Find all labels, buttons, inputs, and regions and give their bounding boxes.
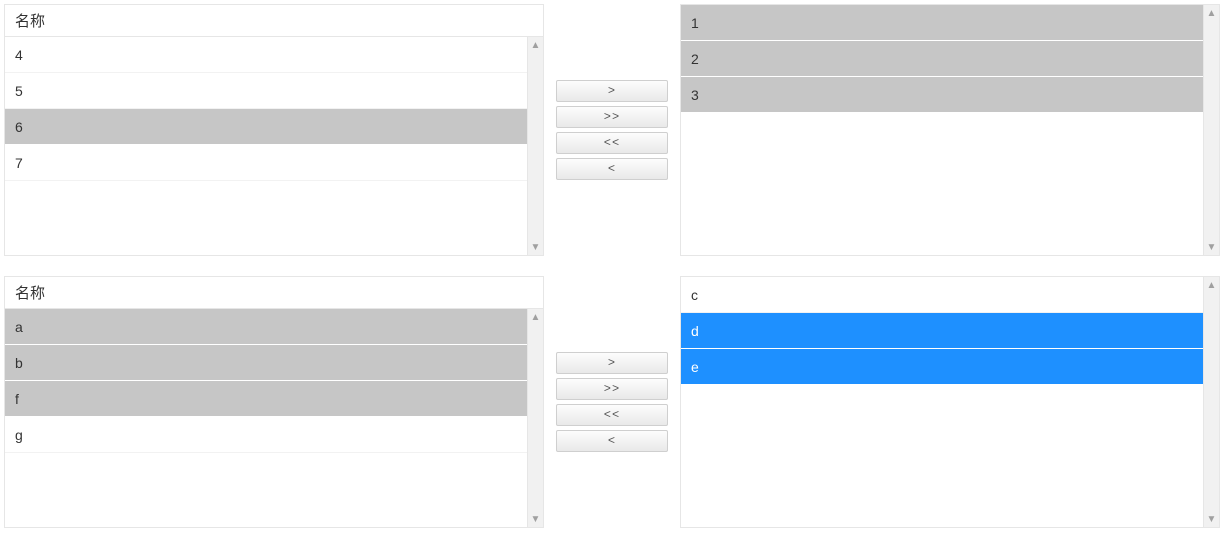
move-left-button[interactable]: < [556,430,668,452]
list-item[interactable]: 2 [681,41,1203,77]
move-all-right-button[interactable]: >> [556,378,668,400]
transfer-1: 名称 4 5 6 7 ▲ ▼ > >> << < 1 2 3 [4,4,1222,256]
list-item[interactable]: b [5,345,527,381]
list-item[interactable]: 5 [5,73,527,109]
left-list-wrapper: a b f g ▲ ▼ [5,309,543,527]
right-panel: 1 2 3 ▲ ▼ [680,4,1220,256]
scroll-up-icon[interactable]: ▲ [1204,277,1219,293]
move-left-button[interactable]: < [556,158,668,180]
left-list-wrapper: 4 5 6 7 ▲ ▼ [5,37,543,255]
right-list: 1 2 3 [681,5,1203,255]
transfer-controls: > >> << < [544,80,680,180]
scroll-down-icon[interactable]: ▼ [1204,239,1219,255]
right-list-wrapper: 1 2 3 ▲ ▼ [681,5,1219,255]
list-item[interactable]: 1 [681,5,1203,41]
left-panel-title: 名称 [15,10,45,31]
list-item[interactable]: c [681,277,1203,313]
right-scrollbar[interactable]: ▲ ▼ [1203,277,1219,527]
move-all-left-button[interactable]: << [556,404,668,426]
list-item[interactable]: f [5,381,527,417]
transfer-2: 名称 a b f g ▲ ▼ > >> << < c d e [4,276,1222,528]
list-item[interactable]: e [681,349,1203,385]
list-item[interactable]: 4 [5,37,527,73]
right-list: c d e [681,277,1203,527]
left-list: a b f g [5,309,527,527]
move-right-button[interactable]: > [556,352,668,374]
scroll-up-icon[interactable]: ▲ [1204,5,1219,21]
right-panel: c d e ▲ ▼ [680,276,1220,528]
left-panel: 名称 4 5 6 7 ▲ ▼ [4,4,544,256]
right-list-wrapper: c d e ▲ ▼ [681,277,1219,527]
list-item[interactable]: a [5,309,527,345]
transfer-controls: > >> << < [544,352,680,452]
move-all-left-button[interactable]: << [556,132,668,154]
left-panel-title: 名称 [15,282,45,303]
list-item[interactable]: g [5,417,527,453]
list-item[interactable]: 3 [681,77,1203,113]
scroll-up-icon[interactable]: ▲ [528,309,543,325]
left-scrollbar[interactable]: ▲ ▼ [527,309,543,527]
scroll-down-icon[interactable]: ▼ [528,511,543,527]
list-item[interactable]: 6 [5,109,527,145]
left-list: 4 5 6 7 [5,37,527,255]
left-panel-header: 名称 [5,5,543,37]
move-all-right-button[interactable]: >> [556,106,668,128]
right-scrollbar[interactable]: ▲ ▼ [1203,5,1219,255]
scroll-up-icon[interactable]: ▲ [528,37,543,53]
scroll-down-icon[interactable]: ▼ [1204,511,1219,527]
left-panel-header: 名称 [5,277,543,309]
scroll-down-icon[interactable]: ▼ [528,239,543,255]
left-scrollbar[interactable]: ▲ ▼ [527,37,543,255]
move-right-button[interactable]: > [556,80,668,102]
list-item[interactable]: 7 [5,145,527,181]
left-panel: 名称 a b f g ▲ ▼ [4,276,544,528]
list-item[interactable]: d [681,313,1203,349]
